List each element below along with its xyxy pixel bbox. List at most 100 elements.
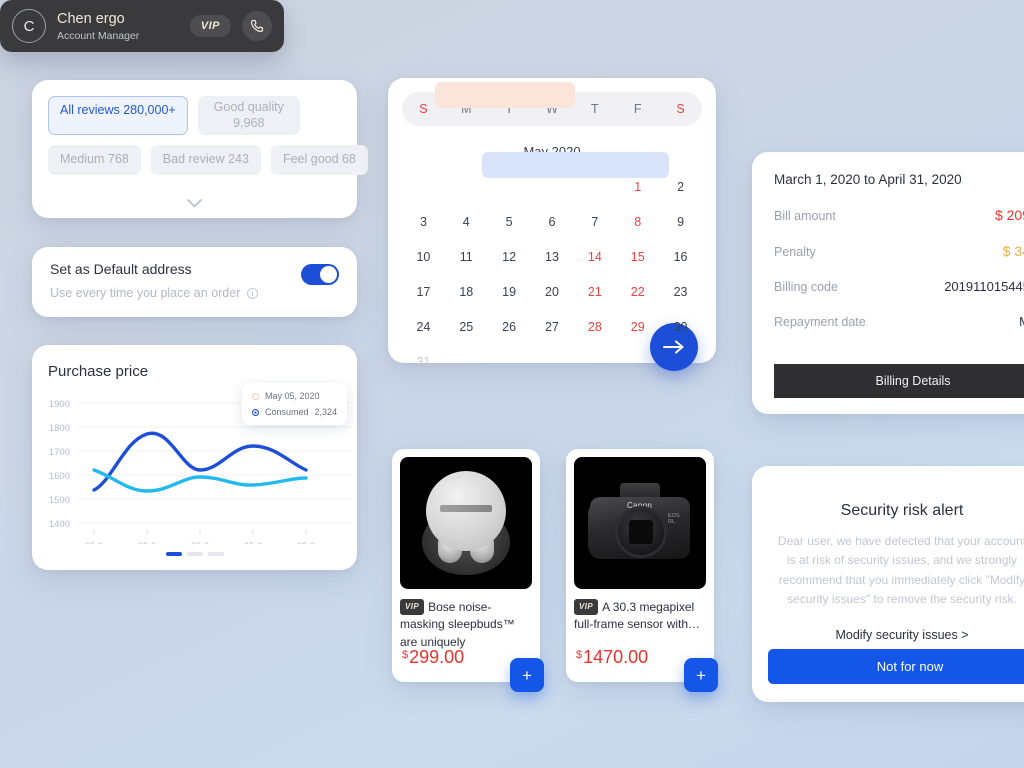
calendar-day-25[interactable]: 25 — [445, 309, 488, 344]
camera-sensor-shape — [629, 520, 653, 544]
svg-text:05-0: 05-0 — [244, 541, 262, 544]
billing-row-repayment-date: Repayment date M — [774, 314, 1024, 329]
calendar-day-16[interactable]: 16 — [659, 239, 702, 274]
price-value: 299.00 — [409, 647, 465, 667]
tooltip-dot-date-icon — [252, 392, 259, 400]
calendar-day-31[interactable]: 31 — [402, 344, 445, 379]
svg-text:05-0: 05-0 — [191, 541, 209, 544]
calendar-day-28[interactable]: 28 — [573, 309, 616, 344]
security-alert-title: Security risk alert — [840, 502, 964, 519]
avatar: C — [12, 9, 46, 43]
pagination-dot-3[interactable] — [207, 552, 224, 556]
calendar-day-29[interactable]: 29 — [616, 309, 659, 344]
purchase-price-chart-card: Purchase price 1900 1800 1700 1600 1500 — [32, 345, 357, 570]
review-tag-feel-good[interactable]: Feel good 68 — [270, 145, 368, 175]
calendar-day-26[interactable]: 26 — [488, 309, 531, 344]
calendar-day-7[interactable]: 7 — [573, 204, 616, 239]
call-button[interactable] — [242, 11, 272, 41]
modify-security-issues-link[interactable]: Modify security issues > — [774, 628, 1024, 642]
calendar-day-11[interactable]: 11 — [445, 239, 488, 274]
calendar-day-27[interactable]: 27 — [531, 309, 574, 344]
pagination-dot-2[interactable] — [186, 552, 203, 556]
weekday-fri: F — [633, 102, 642, 116]
calendar-day-10[interactable]: 10 — [402, 239, 445, 274]
product-description: VIP A 30.3 megapixel full-frame sensor wi… — [574, 599, 706, 634]
reviews-tag-row-2: Medium 768 Bad review 243 Feel good 68 — [48, 145, 368, 175]
vip-badge-icon: VIP — [400, 599, 425, 615]
chart-tooltip: May 05, 2020 Consumed 2,324 — [242, 383, 347, 425]
calendar-day-15[interactable]: 15 — [616, 239, 659, 274]
calendar-day-22[interactable]: 22 — [616, 274, 659, 309]
billing-value: M — [1019, 314, 1024, 329]
add-to-cart-button[interactable]: + — [510, 658, 544, 692]
billing-details-button[interactable]: Billing Details — [774, 364, 1024, 398]
not-for-now-button[interactable]: Not for now — [768, 649, 1024, 684]
product-price: $1470.00 — [576, 647, 648, 668]
review-tag-good-quality[interactable]: Good quality 9,968 — [197, 96, 300, 136]
chart-series-consumed — [92, 468, 308, 493]
calendar-day-12[interactable]: 12 — [488, 239, 531, 274]
calendar-day-5[interactable]: 5 — [488, 204, 531, 239]
info-icon[interactable] — [247, 287, 259, 299]
calendar-day-2[interactable]: 2 — [659, 169, 702, 204]
review-tag-medium[interactable]: Medium 768 — [48, 145, 141, 175]
calendar-day-1[interactable]: 1 — [616, 169, 659, 204]
calendar-day-9[interactable]: 9 — [659, 204, 702, 239]
chart-tooltip-series-row: Consumed 2,324 — [252, 407, 337, 417]
currency-symbol: $ — [576, 649, 583, 661]
chart-x-axis-labels: 05-0 05-0 05-0 05-0 05-0 — [85, 541, 315, 544]
pagination-dot-1[interactable] — [165, 552, 182, 556]
weekday-sat: S — [676, 102, 685, 116]
chart-x-ticks — [93, 530, 307, 535]
calendar-day-21[interactable]: 21 — [573, 274, 616, 309]
calendar-card: S M T W T F S May 2020 1 2 3 4 5 6 7 8 9 — [388, 78, 716, 371]
calendar-day-23[interactable]: 23 — [659, 274, 702, 309]
calendar-day-13[interactable]: 13 — [531, 239, 574, 274]
review-tag-all[interactable]: All reviews 280,000+ — [48, 96, 188, 136]
reviews-filter-card: All reviews 280,000+ Good quality 9,968 … — [32, 80, 368, 218]
billing-row-billing-code: Billing code 201911015445 — [774, 279, 1024, 294]
calendar-day-18[interactable]: 18 — [445, 274, 488, 309]
billing-label: Repayment date — [774, 315, 866, 329]
app-canvas: All reviews 280,000+ Good quality 9,968 … — [0, 0, 1024, 768]
address-subtitle: Use every time you place an order — [50, 286, 241, 300]
svg-text:1700: 1700 — [49, 447, 70, 458]
add-to-cart-button[interactable]: + — [684, 658, 718, 692]
calendar-day-6[interactable]: 6 — [531, 204, 574, 239]
default-address-toggle[interactable] — [301, 264, 339, 285]
calendar-range-highlight-peach — [434, 82, 576, 108]
svg-text:1800: 1800 — [49, 423, 70, 434]
calendar-day-19[interactable]: 19 — [488, 274, 531, 309]
product-card-canon[interactable]: Canon EOS RL VIP A 30.3 megapixel full-fra… — [566, 449, 718, 692]
chart-title: Purchase price — [48, 363, 149, 380]
vip-badge: VIP — [189, 15, 231, 37]
billing-label: Billing code — [774, 280, 838, 294]
address-title: Set as Default address — [50, 261, 192, 277]
calendar-day-20[interactable]: 20 — [531, 274, 574, 309]
svg-text:05-0: 05-0 — [297, 541, 315, 544]
calendar-day-8[interactable]: 8 — [616, 204, 659, 239]
bose-sleepbuds-image — [400, 457, 532, 589]
bose-logo — [440, 505, 492, 512]
chart-tooltip-date-row: May 05, 2020 — [252, 391, 337, 401]
calendar-day-3[interactable]: 3 — [402, 204, 445, 239]
chart-tooltip-date: May 05, 2020 — [265, 391, 320, 401]
chart-x-tick-second-line: 1 2 3 4 5 — [32, 506, 357, 544]
reviews-expand-button[interactable] — [32, 199, 357, 208]
calendar-day-30[interactable]: 30 — [659, 309, 702, 344]
svg-text:1600: 1600 — [49, 471, 70, 482]
tooltip-dot-series-icon — [252, 408, 259, 416]
calendar-day-17[interactable]: 17 — [402, 274, 445, 309]
calendar-day-14[interactable]: 14 — [573, 239, 616, 274]
calendar-day-24[interactable]: 24 — [402, 309, 445, 344]
calendar-day-4[interactable]: 4 — [445, 204, 488, 239]
chart-tooltip-series-value: 2,324 — [314, 407, 338, 417]
camera-model-text: EOS RL — [668, 513, 680, 525]
chevron-down-icon — [187, 199, 202, 208]
contact-name: Chen ergo — [57, 10, 125, 27]
svg-text:1900: 1900 — [49, 399, 70, 410]
product-card-bose[interactable]: VIP Bose noise-masking sleepbuds™ are uni… — [392, 449, 544, 692]
account-manager-card: C Chen ergo Account Manager VIP — [0, 0, 284, 52]
review-tag-bad-review[interactable]: Bad review 243 — [150, 145, 261, 175]
svg-text:05-0: 05-0 — [138, 541, 156, 544]
